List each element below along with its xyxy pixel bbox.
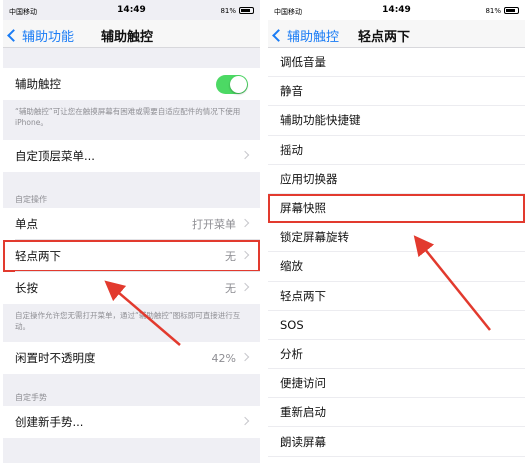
chevron-right-icon: [240, 218, 250, 228]
action-label: 轻点两下: [15, 249, 61, 263]
assistive-touch-toggle-row: 辅助触控: [3, 68, 260, 100]
chevron-right-icon: [240, 416, 250, 426]
chevron-right-icon: [240, 250, 250, 260]
action-row-double-tap[interactable]: 轻点两下 无: [3, 240, 260, 272]
battery-percent: 81%: [220, 7, 236, 15]
page-title: 轻点两下: [358, 30, 411, 45]
toggle-row-label: 辅助触控: [15, 77, 61, 91]
list-item-screenshot[interactable]: 屏幕快照: [268, 193, 525, 224]
list-item[interactable]: 调低音量: [268, 48, 525, 78]
action-label: 长按: [15, 281, 38, 295]
status-bar: 中国移动 14:49 81%: [268, 0, 525, 20]
chevron-right-icon: [240, 150, 250, 160]
chevron-left-icon: [272, 29, 285, 42]
page-title: 辅助触控: [101, 30, 154, 45]
idle-opacity-label: 闲置时不透明度: [15, 351, 96, 365]
action-value: 打开菜单: [192, 218, 236, 231]
battery-icon: [504, 7, 519, 14]
list-item[interactable]: 摇动: [268, 135, 525, 165]
nav-bar: 辅助功能 辅助触控: [3, 20, 260, 48]
create-gesture-row[interactable]: 创建新手势...: [3, 406, 260, 438]
action-row-single-tap[interactable]: 单点 打开菜单: [3, 208, 260, 240]
status-bar: 中国移动 14:49 81%: [3, 0, 260, 20]
back-button[interactable]: 辅助功能: [7, 26, 75, 45]
chevron-left-icon: [7, 29, 20, 42]
list-item[interactable]: 分析: [268, 339, 525, 370]
section-header-custom-gestures: 自定手势: [15, 393, 47, 402]
right-phone-screen: 中国移动 14:49 81% 辅助触控 轻点两下 调低音量 静音 辅助功能快捷键…: [268, 0, 525, 463]
list-item[interactable]: 辅助功能快捷键: [268, 106, 525, 136]
list-item[interactable]: 应用切换器: [268, 164, 525, 194]
list-item[interactable]: SOS: [268, 310, 525, 340]
list-item[interactable]: 静音: [268, 77, 525, 107]
list-item[interactable]: 重新启动: [268, 398, 525, 428]
action-value: 无: [225, 282, 236, 295]
idle-opacity-row[interactable]: 闲置时不透明度 42%: [3, 342, 260, 374]
battery-percent: 81%: [485, 7, 501, 15]
actions-description: 自定操作允许您无需打开菜单，通过“辅助触控”图标即可直接进行互动。: [15, 311, 241, 331]
action-value: 无: [225, 250, 236, 263]
chevron-right-icon: [240, 352, 250, 362]
section-header-custom-actions: 自定操作: [15, 195, 47, 204]
create-gesture-label: 创建新手势...: [15, 415, 84, 429]
list-item[interactable]: 便捷访问: [268, 369, 525, 399]
list-item[interactable]: 朗读屏幕: [268, 427, 525, 457]
nav-bar: 辅助触控 轻点两下: [268, 20, 525, 48]
custom-top-menu-row[interactable]: 自定顶层菜单...: [3, 140, 260, 172]
back-label: 辅助触控: [287, 30, 340, 45]
action-row-long-press[interactable]: 长按 无: [3, 272, 260, 304]
left-phone-screen: 中国移动 14:49 81% 辅助功能 辅助触控 辅助触控 “辅助触控”可让您在…: [3, 0, 260, 463]
back-button[interactable]: 辅助触控: [272, 26, 340, 45]
list-item[interactable]: 缩放: [268, 252, 525, 282]
battery-icon: [239, 7, 254, 14]
action-label: 单点: [15, 217, 38, 231]
chevron-right-icon: [240, 282, 250, 292]
custom-top-menu-label: 自定顶层菜单...: [15, 149, 95, 163]
list-item[interactable]: 锁定屏幕旋转: [268, 223, 525, 253]
list-item[interactable]: 轻点两下: [268, 281, 525, 311]
back-label: 辅助功能: [22, 30, 75, 45]
idle-opacity-value: 42%: [211, 351, 236, 365]
assistive-touch-switch[interactable]: [216, 74, 248, 94]
toggle-description: “辅助触控”可让您在触摸屏幕有困难或需要自适应配件的情况下使用 iPhone。: [15, 107, 241, 127]
action-options-list: 调低音量 静音 辅助功能快捷键 摇动 应用切换器 屏幕快照 锁定屏幕旋转 缩放 …: [268, 48, 525, 457]
